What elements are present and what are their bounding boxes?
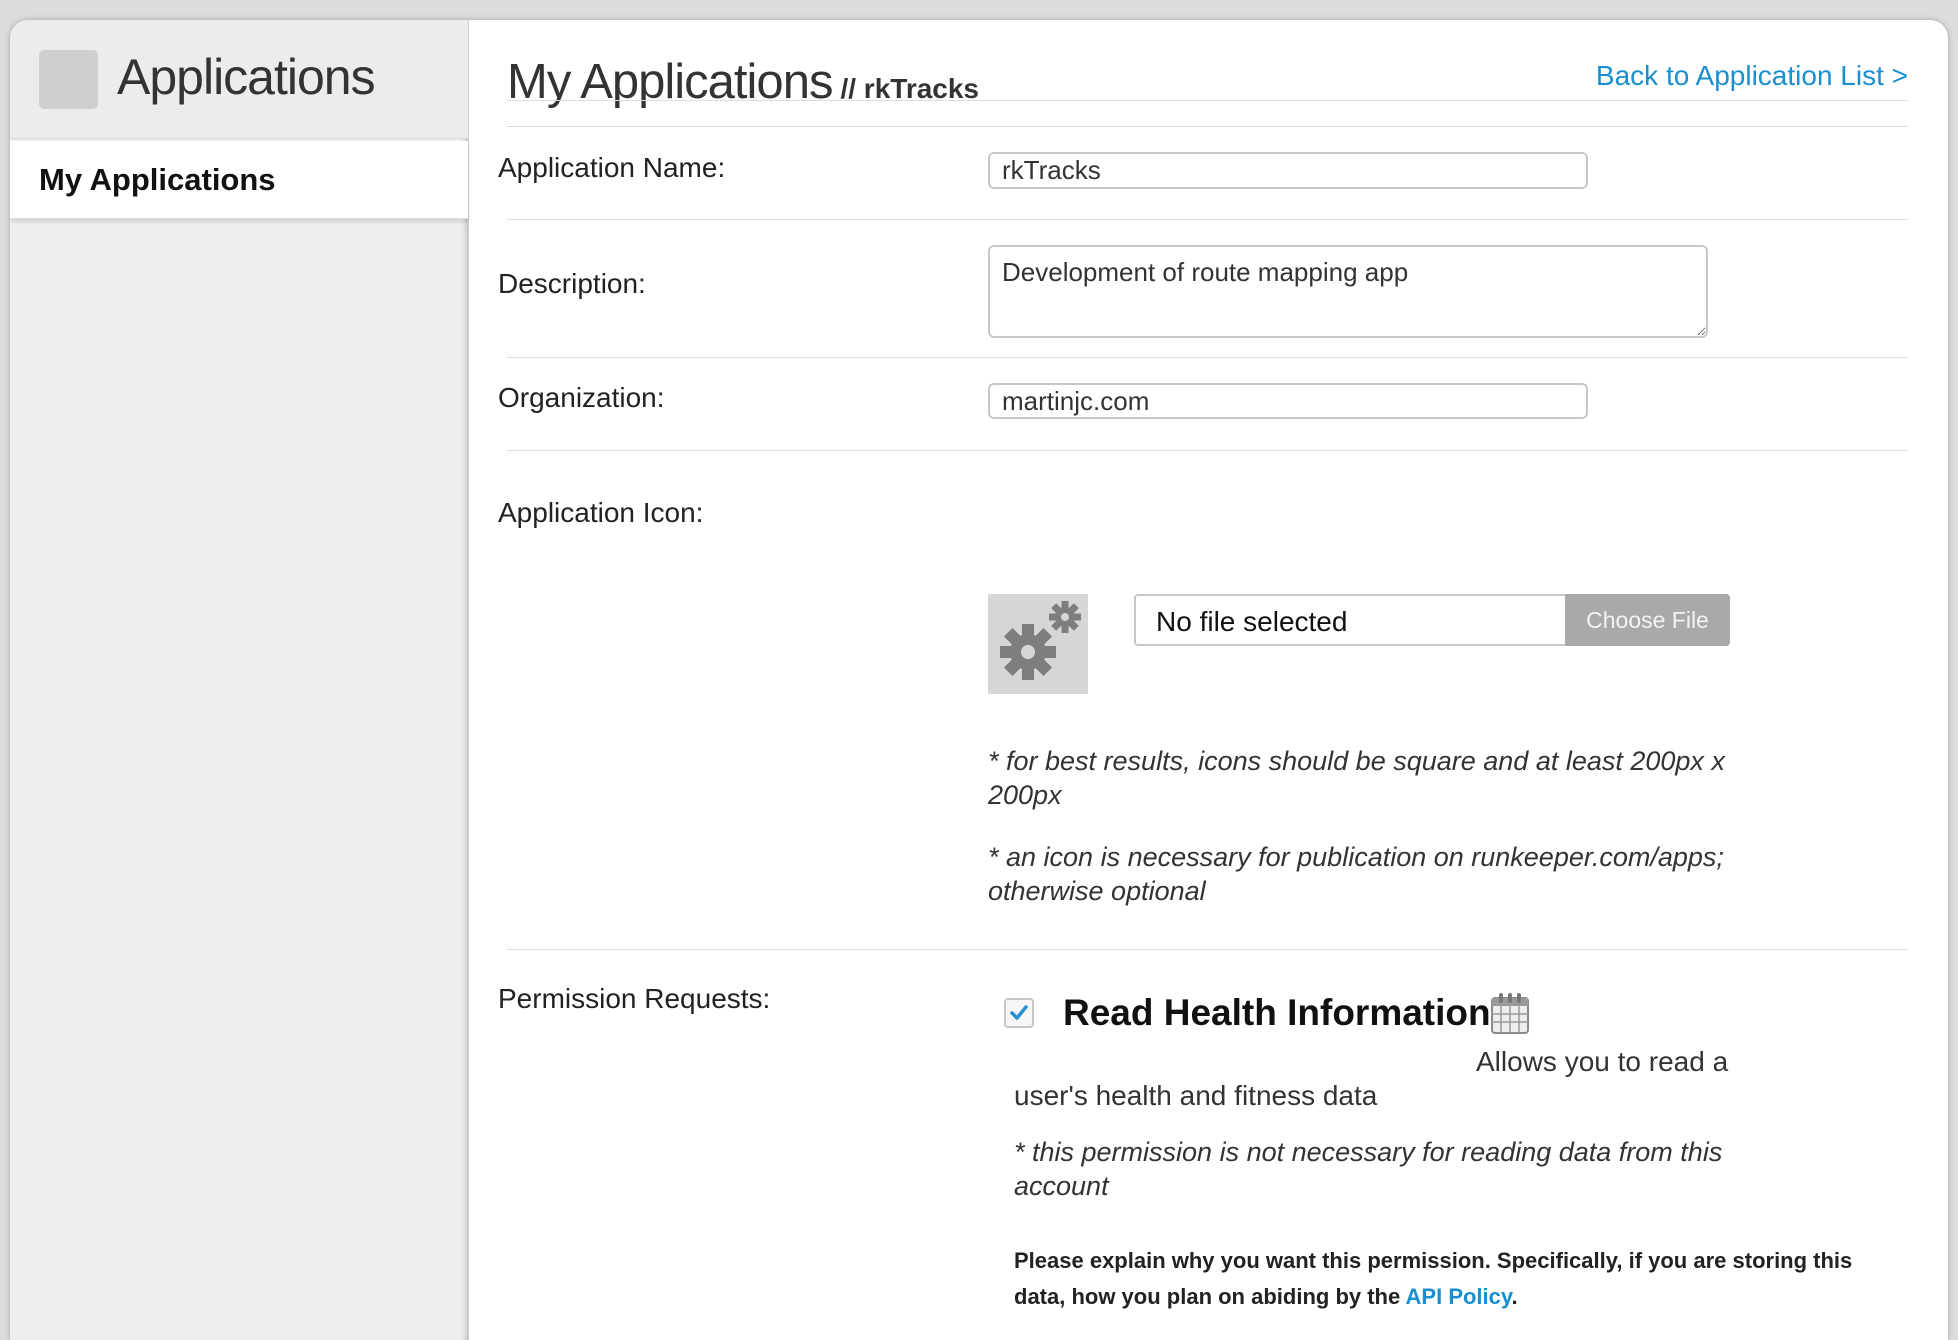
sidebar-item-my-applications[interactable]: My Applications (10, 141, 468, 219)
app-name-label: Application Name: (498, 152, 726, 183)
divider (507, 100, 1908, 101)
app-name-input[interactable] (988, 152, 1588, 189)
sidebar-item-label: My Applications (39, 162, 276, 197)
read-health-checkbox[interactable] (1004, 998, 1034, 1028)
sidebar-title: Applications (117, 49, 376, 105)
main-content: My Applications// rkTracks Back to Appli… (468, 20, 1948, 1340)
sidebar-header: Applications (10, 20, 468, 139)
permission-title: Read Health Information (1063, 992, 1491, 1033)
explain-end: . (1511, 1284, 1518, 1309)
api-policy-link[interactable]: API Policy (1406, 1284, 1512, 1309)
file-status: No file selected (1156, 606, 1348, 637)
divider (507, 126, 1908, 127)
description-label: Description: (498, 268, 646, 299)
permissions-label: Permission Requests: (498, 983, 771, 1014)
choose-file-button[interactable]: Choose File (1565, 594, 1730, 646)
divider (507, 450, 1908, 451)
file-picker[interactable]: No file selected Choose File (1134, 594, 1730, 646)
divider (507, 949, 1908, 950)
permission-description: Allows you to read a user's health and f… (1014, 1046, 1729, 1111)
back-to-list-link[interactable]: Back to Application List > (1596, 60, 1908, 92)
permission-note: * this permission is not necessary for r… (1014, 1137, 1723, 1201)
app-icon-label: Application Icon: (498, 497, 704, 528)
app-window: Applications My Applications My Applicat… (10, 20, 1948, 1340)
sidebar: Applications My Applications (10, 20, 469, 1340)
gear-icon (988, 594, 1088, 694)
icon-size-note: * for best results, icons should be squa… (988, 746, 1725, 810)
divider (507, 219, 1908, 220)
icon-publication-note: * an icon is necessary for publication o… (988, 842, 1724, 906)
page-title: My Applications// rkTracks (507, 54, 979, 110)
calendar-icon (1491, 992, 1529, 1039)
organization-input[interactable] (988, 383, 1588, 419)
checkmark-icon (1010, 1005, 1028, 1020)
organization-label: Organization: (498, 382, 665, 413)
app-logo (39, 50, 98, 109)
permission-explain: Please explain why you want this permiss… (1014, 1243, 1884, 1315)
divider (507, 357, 1908, 358)
description-textarea[interactable]: Development of route mapping app (988, 245, 1708, 338)
